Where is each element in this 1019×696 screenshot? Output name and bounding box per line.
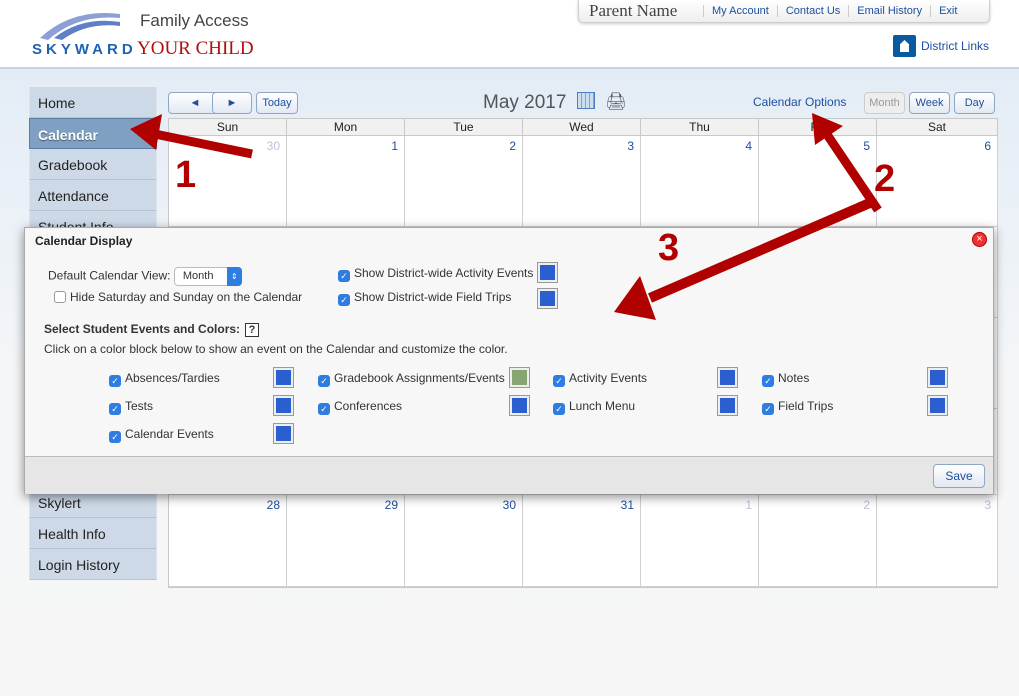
arrow-3-head [614, 276, 656, 320]
arrow-3 [648, 197, 874, 303]
annotation-3: 3 [658, 227, 680, 269]
annotation-arrow-3 [614, 197, 874, 320]
